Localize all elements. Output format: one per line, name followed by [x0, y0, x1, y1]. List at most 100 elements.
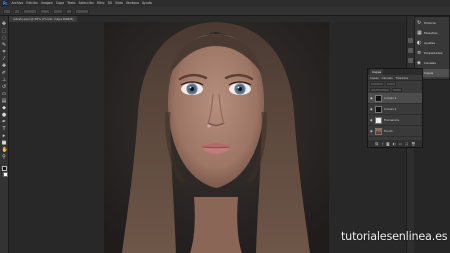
fill-field[interactable]: [392, 88, 402, 92]
move-icon[interactable]: ✥: [2, 22, 7, 27]
visibility-eye-icon[interactable]: ◉: [370, 129, 373, 133]
sample-dropdown[interactable]: [75, 8, 89, 14]
history-brush-icon[interactable]: ↺: [2, 85, 7, 90]
menu-item-help[interactable]: Ayuda: [142, 1, 152, 6]
dock-toggle-history[interactable]: [408, 38, 413, 43]
opacity-field[interactable]: [40, 8, 50, 14]
properties-icon: ≡: [417, 49, 422, 56]
background-color-swatch[interactable]: [3, 172, 8, 177]
tab-paths[interactable]: Trazados: [396, 76, 408, 80]
type-icon[interactable]: T: [2, 127, 7, 132]
dodge-icon[interactable]: ●: [2, 113, 7, 118]
photoshop-window: Ps Archivo Edición Imagen Capa Texto Sel…: [0, 0, 450, 253]
mode-dropdown[interactable]: [23, 8, 37, 14]
layer-row[interactable]: ◉ Curvas 2: [368, 104, 422, 115]
shape-icon[interactable]: ■: [2, 141, 7, 146]
zoom-icon[interactable]: ⚲: [2, 155, 7, 160]
tool-preset-picker[interactable]: [3, 8, 11, 14]
panel-button-label: Canales: [424, 61, 436, 65]
dock-toggle-brush[interactable]: [408, 48, 413, 53]
layers-panel: Capas Capas Canales Trazados ◉ Curvas 1 ◉ C…: [367, 68, 423, 148]
menu-item-3d[interactable]: 3D: [108, 1, 112, 6]
pen-icon[interactable]: ✒: [2, 120, 7, 125]
tab-channels[interactable]: Canales: [382, 76, 393, 80]
panel-button-label: Capas: [424, 71, 434, 75]
panel-button-properties[interactable]: ≡ Propiedades: [415, 49, 449, 57]
swatches-icon: ▦: [417, 29, 422, 36]
lasso-icon[interactable]: ◌: [2, 36, 7, 41]
workspace: [9, 22, 406, 253]
layer-thumbnail: [375, 127, 382, 135]
menu-bar: Ps Archivo Edición Imagen Capa Texto Sel…: [0, 0, 450, 7]
menu-item-layer[interactable]: Capa: [56, 1, 64, 6]
layer-name: Curvas 2: [384, 107, 397, 111]
adjustment-icon[interactable]: ◐: [393, 142, 396, 146]
menu-item-filter[interactable]: Filtro: [97, 1, 105, 6]
history-icon: ↻: [417, 19, 422, 26]
blur-icon[interactable]: ◆: [2, 106, 7, 111]
path-select-icon[interactable]: ▸: [2, 134, 7, 139]
gradient-icon[interactable]: ▤: [2, 99, 7, 104]
menu-item-select[interactable]: Selección: [78, 1, 93, 6]
hand-icon[interactable]: ✋: [2, 148, 8, 153]
visibility-eye-icon[interactable]: ◉: [370, 118, 373, 122]
airbrush-toggle[interactable]: [66, 8, 72, 14]
crop-icon[interactable]: ⌗: [2, 50, 7, 55]
menu-item-window[interactable]: Ventana: [126, 1, 139, 6]
menu-item-view[interactable]: Vista: [115, 1, 123, 6]
panel-button-label: Ajustes: [424, 41, 435, 45]
dock-toggle-paragraph[interactable]: [408, 58, 413, 63]
layer-list: ◉ Curvas 1 ◉ Curvas 2 ◉ Frecuencia ◉ Fondo: [368, 93, 422, 137]
tools-panel: ✥ ⬚ ◌ ✎ ⌗ ⁄ ✚ ✐ ⊥ ↺ ▭ ▤ ◆ ● ✒ T ▸ ■ ✋ ⚲: [0, 16, 9, 253]
menu-item-image[interactable]: Imagen: [41, 1, 53, 6]
healing-brush-icon[interactable]: ✚: [2, 64, 7, 69]
foreground-color-swatch[interactable]: [1, 166, 7, 171]
brush-icon[interactable]: ✐: [2, 71, 7, 76]
opacity-field[interactable]: [386, 82, 396, 86]
layer-thumbnail: [375, 94, 382, 102]
eraser-icon[interactable]: ▭: [2, 92, 7, 97]
menu-item-file[interactable]: Archivo: [11, 1, 23, 6]
fx-icon[interactable]: ƒ: [382, 142, 383, 146]
clone-stamp-icon[interactable]: ⊥: [2, 78, 7, 83]
layer-row[interactable]: ◉ Frecuencia: [368, 115, 422, 126]
app-logo: Ps: [2, 1, 9, 6]
quick-select-icon[interactable]: ✎: [2, 43, 7, 48]
visibility-eye-icon[interactable]: ◉: [370, 96, 373, 100]
menu-item-edit[interactable]: Edición: [26, 1, 38, 6]
mask-icon[interactable]: ◙: [386, 142, 389, 146]
tab-layers[interactable]: Capas: [370, 76, 379, 80]
marquee-icon[interactable]: ⬚: [2, 29, 7, 34]
trash-icon[interactable]: 🗑: [411, 142, 415, 146]
panel-button-history[interactable]: ↻ Historia: [415, 19, 449, 27]
link-icon[interactable]: ⛓: [374, 142, 378, 146]
watermark-text: tutorialesenlinea.es: [341, 230, 448, 243]
brush-size-picker[interactable]: [14, 8, 20, 14]
panel-button-label: Historia: [424, 21, 436, 25]
layer-name: Fondo: [384, 129, 393, 133]
panel-button-swatches[interactable]: ▦ Muestras: [415, 29, 449, 37]
layer-name: Frecuencia: [384, 118, 400, 122]
options-bar: [0, 7, 450, 16]
lock-buttons[interactable]: [370, 88, 390, 92]
portrait-image: [104, 22, 329, 253]
new-layer-icon[interactable]: ❏: [405, 142, 408, 146]
menu-item-type[interactable]: Texto: [67, 1, 75, 6]
layer-row[interactable]: ◉ Fondo: [368, 126, 422, 137]
document-canvas[interactable]: [104, 22, 329, 253]
visibility-eye-icon[interactable]: ◉: [370, 107, 373, 111]
panel-button-adjustments[interactable]: ◐ Ajustes: [415, 39, 449, 47]
layers-footer: ⛓ ƒ ◙ ◐ ▭ ❏ 🗑: [368, 140, 422, 147]
layers-panel-title[interactable]: Capas: [370, 69, 384, 75]
panel-button-channels[interactable]: ◈ Canales: [415, 59, 449, 67]
folder-icon[interactable]: ▭: [399, 142, 402, 146]
layer-row[interactable]: ◉ Curvas 1: [368, 93, 422, 104]
panel-button-label: Propiedades: [424, 51, 443, 55]
panel-button-label: Muestras: [424, 31, 438, 35]
eyedropper-icon[interactable]: ⁄: [2, 57, 7, 62]
adjustments-icon: ◐: [417, 39, 422, 46]
flow-field[interactable]: [53, 8, 63, 14]
channels-icon: ◈: [417, 59, 421, 66]
blend-mode-dropdown[interactable]: [370, 82, 384, 86]
layer-thumbnail: [375, 105, 382, 113]
